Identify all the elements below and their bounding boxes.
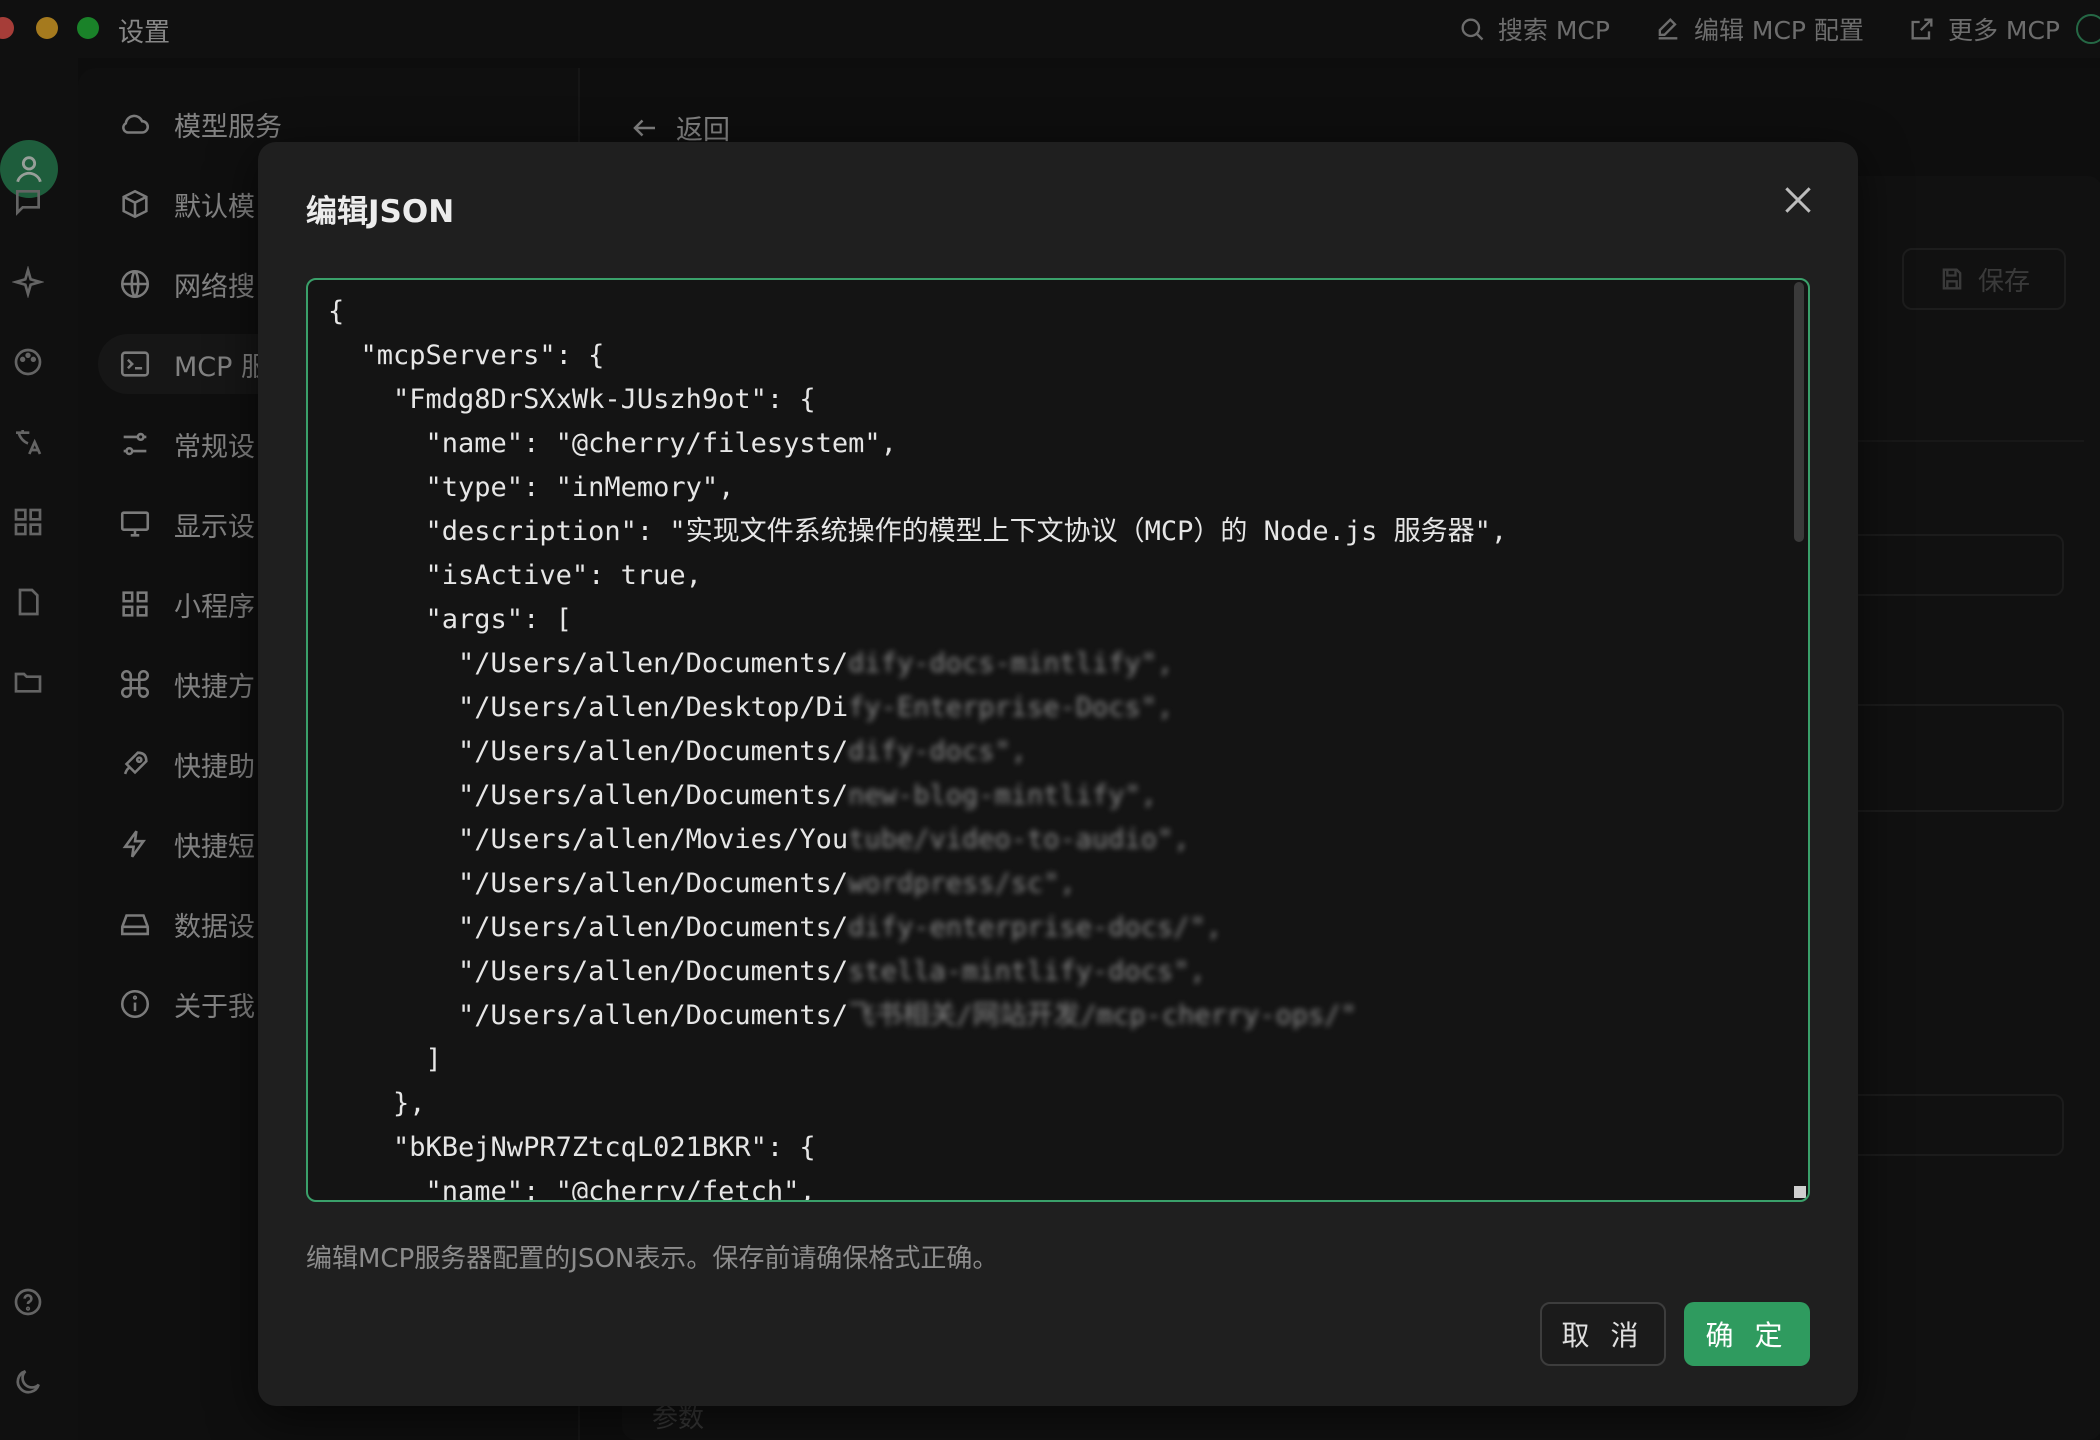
code-line: { xyxy=(328,290,1778,334)
redacted-path: dify-docs", xyxy=(848,736,1027,767)
resize-handle[interactable] xyxy=(1794,1186,1806,1198)
code-line: ] xyxy=(328,1038,1778,1082)
code-text: "/Users/allen/Documents/ xyxy=(328,912,849,943)
json-editor[interactable]: { "mcpServers": { "Fmdg8DrSXxWk-JUszh9ot… xyxy=(306,278,1810,1202)
code-text: }, xyxy=(328,1088,426,1119)
modal-hint: 编辑MCP服务器配置的JSON表示。保存前请确保格式正确。 xyxy=(306,1244,999,1274)
code-text: "/Users/allen/Desktop/Di xyxy=(328,692,849,723)
redacted-path: tube/video-to-audio", xyxy=(848,824,1190,855)
redacted-path: wordpress/sc", xyxy=(848,868,1076,899)
code-line: "Fmdg8DrSXxWk-JUszh9ot": { xyxy=(328,378,1778,422)
ok-button[interactable]: 确 定 xyxy=(1684,1302,1810,1366)
code-text: "isActive": true, xyxy=(328,560,702,591)
close-icon xyxy=(1785,187,1811,213)
code-text: "name": "@cherry/filesystem", xyxy=(328,428,897,459)
code-text: "/Users/allen/Documents/ xyxy=(328,1000,849,1031)
code-text: "description": "实现文件系统操作的模型上下文协议（MCP）的 N… xyxy=(328,516,1508,547)
code-line: "/Users/allen/Documents/stella-mintlify-… xyxy=(328,950,1778,994)
code-text: "/Users/allen/Documents/ xyxy=(328,956,849,987)
code-text: { xyxy=(328,296,345,327)
edit-json-modal: 编辑JSON { "mcpServers": { "Fmdg8DrSXxWk-J… xyxy=(258,142,1858,1406)
code-line: "name": "@cherry/filesystem", xyxy=(328,422,1778,466)
code-text: "/Users/allen/Documents/ xyxy=(328,868,849,899)
redacted-path: new-blog-mintlify", xyxy=(848,780,1158,811)
redacted-path: dify-enterprise-docs/", xyxy=(848,912,1223,943)
code-text: "name": "@cherry/fetch", xyxy=(328,1176,816,1202)
code-line: "/Users/allen/Desktop/Dify-Enterprise-Do… xyxy=(328,686,1778,730)
redacted-path: dify-docs-mintlify", xyxy=(848,648,1174,679)
code-line: "type": "inMemory", xyxy=(328,466,1778,510)
code-line: "/Users/allen/Movies/Youtube/video-to-au… xyxy=(328,818,1778,862)
redacted-path: stella-mintlify-docs", xyxy=(848,956,1206,987)
code-line: }, xyxy=(328,1082,1778,1126)
cancel-button[interactable]: 取 消 xyxy=(1540,1302,1666,1366)
code-line: "isActive": true, xyxy=(328,554,1778,598)
modal-title: 编辑JSON xyxy=(306,194,455,230)
code-text: ] xyxy=(328,1044,442,1075)
code-line: "args": [ xyxy=(328,598,1778,642)
code-text: "/Users/allen/Documents/ xyxy=(328,780,849,811)
code-line: "/Users/allen/Documents/dify-docs-mintli… xyxy=(328,642,1778,686)
code-text: "/Users/allen/Documents/ xyxy=(328,648,849,679)
code-text: "args": [ xyxy=(328,604,572,635)
code-line: "mcpServers": { xyxy=(328,334,1778,378)
code-line: "description": "实现文件系统操作的模型上下文协议（MCP）的 N… xyxy=(328,510,1778,554)
code-text: "mcpServers": { xyxy=(328,340,605,371)
json-code[interactable]: { "mcpServers": { "Fmdg8DrSXxWk-JUszh9ot… xyxy=(328,290,1778,1202)
code-line: "/Users/allen/Documents/new-blog-mintlif… xyxy=(328,774,1778,818)
code-line: "/Users/allen/Documents/wordpress/sc", xyxy=(328,862,1778,906)
code-text: "/Users/allen/Movies/You xyxy=(328,824,849,855)
close-modal-button[interactable] xyxy=(1778,180,1818,220)
code-line: "/Users/allen/Documents/dify-enterprise-… xyxy=(328,906,1778,950)
code-line: "/Users/allen/Documents/dify-docs", xyxy=(328,730,1778,774)
code-line: "bKBejNwPR7ZtcqL021BKR": { xyxy=(328,1126,1778,1170)
code-text: "Fmdg8DrSXxWk-JUszh9ot": { xyxy=(328,384,816,415)
code-line: "name": "@cherry/fetch", xyxy=(328,1170,1778,1202)
redacted-path: fy-Enterprise-Docs", xyxy=(848,692,1174,723)
editor-scrollbar[interactable] xyxy=(1794,282,1804,542)
code-text: "type": "inMemory", xyxy=(328,472,735,503)
code-line: "/Users/allen/Documents/飞书相关/网站开发/mcp-ch… xyxy=(328,994,1778,1038)
code-text: "/Users/allen/Documents/ xyxy=(328,736,849,767)
redacted-path: 飞书相关/网站开发/mcp-cherry-ops/" xyxy=(848,1000,1357,1031)
code-text: "bKBejNwPR7ZtcqL021BKR": { xyxy=(328,1132,816,1163)
